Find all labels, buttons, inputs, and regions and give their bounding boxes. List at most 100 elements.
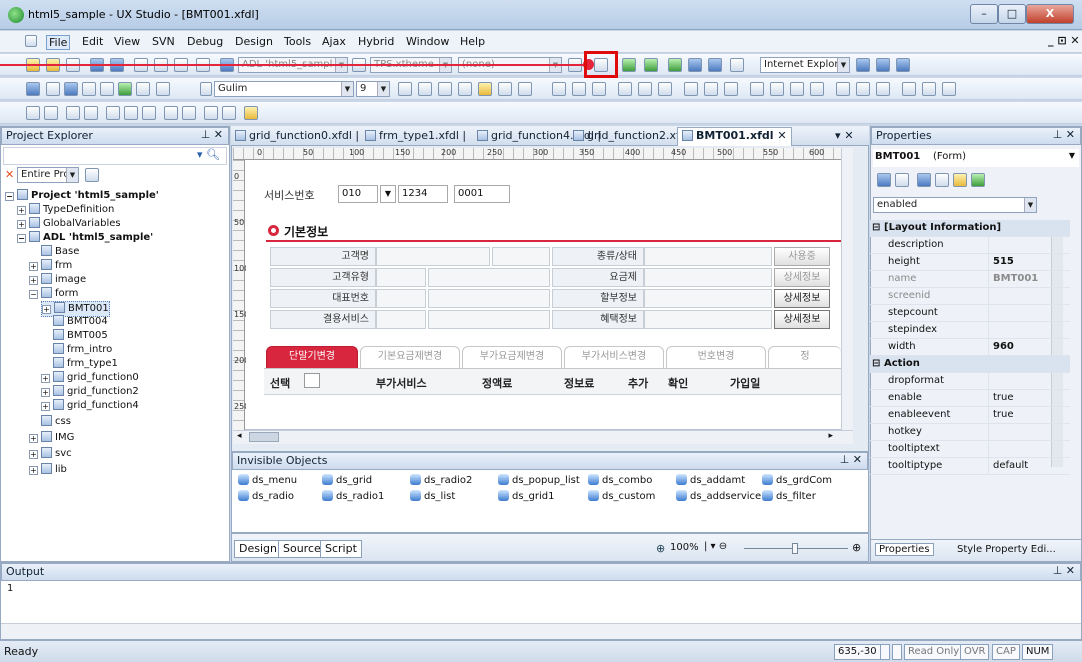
launch-all-icon[interactable] bbox=[688, 58, 702, 72]
object-selector[interactable]: BMT001 (Form) ▼ bbox=[873, 149, 1079, 167]
collapse-icon[interactable]: − bbox=[29, 290, 38, 299]
tree-item-form[interactable]: − form bbox=[29, 287, 78, 301]
property-value[interactable] bbox=[988, 305, 1070, 321]
menu-help[interactable]: Help bbox=[460, 35, 485, 48]
mdi-controls[interactable]: _ ⊡ ✕ bbox=[1048, 34, 1080, 47]
tree-item-frm-intro[interactable]: frm_intro bbox=[53, 343, 112, 357]
scroll-thumb[interactable] bbox=[249, 432, 279, 442]
tree-item-bmt004[interactable]: BMT004 bbox=[53, 315, 108, 329]
menu-file[interactable]: File bbox=[46, 35, 71, 50]
property-row[interactable]: stepindex bbox=[870, 322, 1070, 339]
property-row[interactable]: hotkey bbox=[870, 424, 1070, 441]
zoom-icon[interactable]: ⊕ bbox=[656, 542, 665, 555]
unlock-icon[interactable] bbox=[922, 82, 936, 96]
installment-field[interactable] bbox=[644, 289, 772, 308]
strike-icon[interactable] bbox=[438, 82, 452, 96]
expand-icon[interactable]: + bbox=[29, 262, 38, 271]
tree-item-project[interactable]: − Project 'html5_sample' bbox=[5, 189, 159, 203]
tabs-menu-icon[interactable]: ▾ ✕ bbox=[835, 129, 854, 142]
pin-close-icon[interactable]: ⊥ ✕ bbox=[840, 452, 862, 468]
collapse-icon[interactable]: ⊟ bbox=[872, 220, 880, 236]
tab-addon-service-change[interactable]: 부가서비스변경 bbox=[564, 346, 664, 368]
tab-more[interactable]: 정 bbox=[768, 346, 841, 368]
property-row[interactable]: name BMT001 bbox=[870, 271, 1070, 288]
property-value[interactable] bbox=[988, 288, 1070, 304]
tree-item-img[interactable]: + IMG bbox=[29, 431, 74, 445]
collapse-icon[interactable]: ⊟ bbox=[872, 356, 880, 372]
debug-icon[interactable] bbox=[708, 58, 722, 72]
tab-properties[interactable]: Properties bbox=[875, 543, 934, 556]
next-bookmark-icon[interactable] bbox=[124, 106, 138, 120]
menu-edit[interactable]: Edit bbox=[82, 35, 103, 48]
customer-name-extra-field[interactable] bbox=[492, 247, 550, 266]
collapse-icon[interactable]: − bbox=[5, 192, 14, 201]
menu-debug[interactable]: Debug bbox=[187, 35, 223, 48]
property-value[interactable]: default bbox=[988, 458, 1070, 474]
tree-item-image[interactable]: + image bbox=[29, 273, 86, 287]
panel-tool-icon[interactable] bbox=[156, 82, 170, 96]
property-row[interactable]: tooltiptext bbox=[870, 441, 1070, 458]
kind-status-field[interactable] bbox=[644, 247, 772, 266]
indent-icon[interactable] bbox=[164, 106, 178, 120]
property-value[interactable]: BMT001 bbox=[988, 271, 1070, 287]
tab-addon-plan-change[interactable]: 부가요금제변경 bbox=[462, 346, 562, 368]
dataset-item[interactable]: ds_filter bbox=[762, 490, 816, 502]
space-h-icon[interactable] bbox=[750, 82, 764, 96]
property-row[interactable]: tooltiptype default bbox=[870, 458, 1070, 475]
tree-item-bmt005[interactable]: BMT005 bbox=[53, 329, 108, 343]
dataset-item[interactable]: ds_combo bbox=[588, 474, 652, 486]
redo-icon[interactable] bbox=[44, 106, 58, 120]
property-row[interactable]: stepcount bbox=[870, 305, 1070, 322]
menu-hybrid[interactable]: Hybrid bbox=[358, 35, 394, 48]
edit-tool-icon[interactable] bbox=[82, 82, 96, 96]
benefit-field[interactable] bbox=[644, 310, 772, 329]
dataset-item[interactable]: ds_menu bbox=[238, 474, 297, 486]
customer-type-desc-field[interactable] bbox=[428, 268, 550, 287]
center-h-icon[interactable] bbox=[790, 82, 804, 96]
expand-icon[interactable]: + bbox=[41, 388, 50, 397]
tree-item-globalvariables[interactable]: + GlobalVariables bbox=[17, 217, 121, 231]
underline-icon[interactable] bbox=[458, 82, 472, 96]
run-icon[interactable] bbox=[856, 58, 870, 72]
property-value[interactable] bbox=[988, 441, 1070, 457]
tree-item-grid-function4[interactable]: + grid_function4 bbox=[41, 399, 139, 413]
select-all-checkbox[interactable] bbox=[304, 373, 320, 388]
collapse-icon[interactable]: − bbox=[17, 234, 26, 243]
detail-button-1[interactable]: 상세정보 bbox=[774, 268, 830, 287]
service-last-field[interactable]: 0001 bbox=[454, 185, 510, 203]
undo-icon[interactable] bbox=[26, 106, 40, 120]
dataset-item[interactable]: ds_grid bbox=[322, 474, 372, 486]
pin-close-icon[interactable]: ⊥ ✕ bbox=[1053, 563, 1075, 579]
button-tool-icon[interactable] bbox=[64, 82, 78, 96]
help-icon[interactable] bbox=[644, 58, 658, 72]
explorer-search-input[interactable]: ▾ 🔍︎ bbox=[3, 147, 227, 165]
scope-combo[interactable]: Entire Proje ▼ bbox=[17, 167, 79, 183]
scroll-left-icon[interactable]: ◂ bbox=[237, 431, 242, 441]
properties-view-icon[interactable] bbox=[917, 173, 931, 187]
align-bottom-icon[interactable] bbox=[658, 82, 672, 96]
dataset-item[interactable]: ds_addservice bbox=[676, 490, 761, 502]
tab-order-icon[interactable] bbox=[942, 82, 956, 96]
size-combo[interactable]: 9 ▼ bbox=[356, 81, 390, 97]
menu-view[interactable]: View bbox=[114, 35, 140, 48]
close-icon[interactable]: ✕ bbox=[5, 168, 14, 181]
launch-icon[interactable] bbox=[668, 58, 682, 72]
dataset-item[interactable]: ds_popup_list bbox=[498, 474, 580, 486]
property-value[interactable]: 515 bbox=[988, 254, 1070, 270]
grid-tool-icon[interactable] bbox=[100, 82, 114, 96]
dataset-item[interactable]: ds_grdCom bbox=[762, 474, 832, 486]
view-tab-design[interactable]: Design bbox=[234, 540, 282, 558]
outdent-icon[interactable] bbox=[182, 106, 196, 120]
close-icon[interactable]: ✕ bbox=[777, 129, 786, 142]
output-horizontal-scrollbar[interactable] bbox=[1, 623, 1081, 639]
minimize-button[interactable]: – bbox=[970, 4, 998, 24]
dataset-item[interactable]: ds_custom bbox=[588, 490, 655, 502]
find-icon[interactable] bbox=[66, 106, 80, 120]
tab-device-change[interactable]: 단말기변경 bbox=[266, 346, 358, 368]
dataset-item[interactable]: ds_grid1 bbox=[498, 490, 555, 502]
tab-bmt001[interactable]: BMT001.xfdl ✕ bbox=[677, 127, 792, 146]
property-value[interactable] bbox=[988, 237, 1070, 253]
scroll-right-icon[interactable]: ▸ bbox=[828, 431, 833, 441]
property-row[interactable]: enableevent true bbox=[870, 407, 1070, 424]
expand-icon[interactable]: + bbox=[41, 374, 50, 383]
